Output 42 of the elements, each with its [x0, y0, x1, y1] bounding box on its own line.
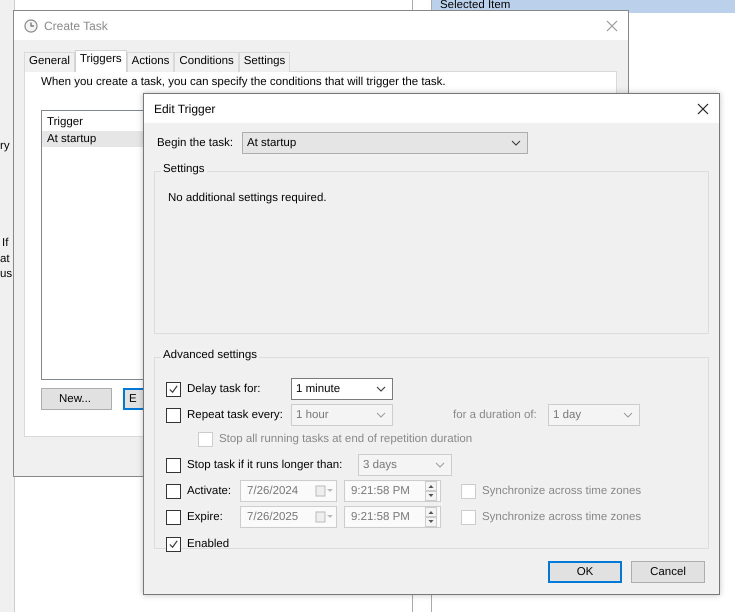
checkbox-label: Stop all running tasks at end of repetition duration: [219, 433, 472, 445]
checkbox-label: Stop task if it runs longer than:: [187, 459, 344, 471]
delay-dropdown[interactable]: 1 minute: [291, 378, 393, 400]
tab[interactable]: Actions: [126, 52, 174, 72]
close-icon[interactable]: [697, 102, 709, 114]
field-label: for a duration of:: [453, 409, 538, 421]
chevron-down-icon[interactable]: [376, 386, 386, 392]
begin-task-dropdown[interactable]: At startup: [242, 132, 528, 154]
tab[interactable]: General: [24, 52, 75, 72]
clock-icon: [24, 18, 38, 32]
tab[interactable]: Triggers: [74, 50, 127, 72]
button[interactable]: New...: [41, 388, 112, 410]
text-fragment: ry: [0, 140, 10, 152]
checkbox[interactable]: [166, 382, 181, 396]
checkbox-label: Enabled: [187, 538, 230, 550]
checkbox-label: Expire:: [187, 511, 224, 523]
checkmark-icon: [168, 384, 179, 394]
spinner-icon[interactable]: [425, 507, 437, 527]
button[interactable]: OK: [548, 561, 622, 583]
tab[interactable]: Settings: [238, 52, 290, 72]
column-header: Trigger: [46, 115, 84, 130]
checkmark-icon: [168, 538, 179, 550]
description-text: When you create a task, you can specify the conditions that will trigger the task.: [41, 76, 447, 88]
checkbox-label: Synchronize across time zones: [482, 511, 642, 523]
spinner-icon[interactable]: [425, 481, 437, 501]
group-title: Advanced settings: [161, 349, 259, 361]
window-title: Edit Trigger: [154, 102, 216, 116]
text-fragment: at: [0, 253, 10, 265]
settings-message: No additional settings required.: [168, 192, 328, 204]
checkbox[interactable]: [166, 536, 181, 552]
tab[interactable]: Conditions: [174, 52, 239, 72]
checkbox-label: Activate:: [187, 485, 232, 497]
text-fragment: us: [0, 268, 12, 280]
checkbox-label: Delay task for:: [187, 383, 262, 395]
chevron-down-icon[interactable]: [511, 140, 521, 146]
field-label: Begin the task:: [157, 137, 234, 149]
window-title: Create Task: [44, 18, 108, 32]
checkbox-label: Repeat task every:: [187, 409, 284, 421]
checkbox-label: Synchronize across time zones: [482, 485, 642, 497]
text-fragment: If: [2, 237, 8, 249]
button[interactable]: Cancel: [631, 561, 705, 583]
group-title: Settings: [161, 163, 207, 175]
